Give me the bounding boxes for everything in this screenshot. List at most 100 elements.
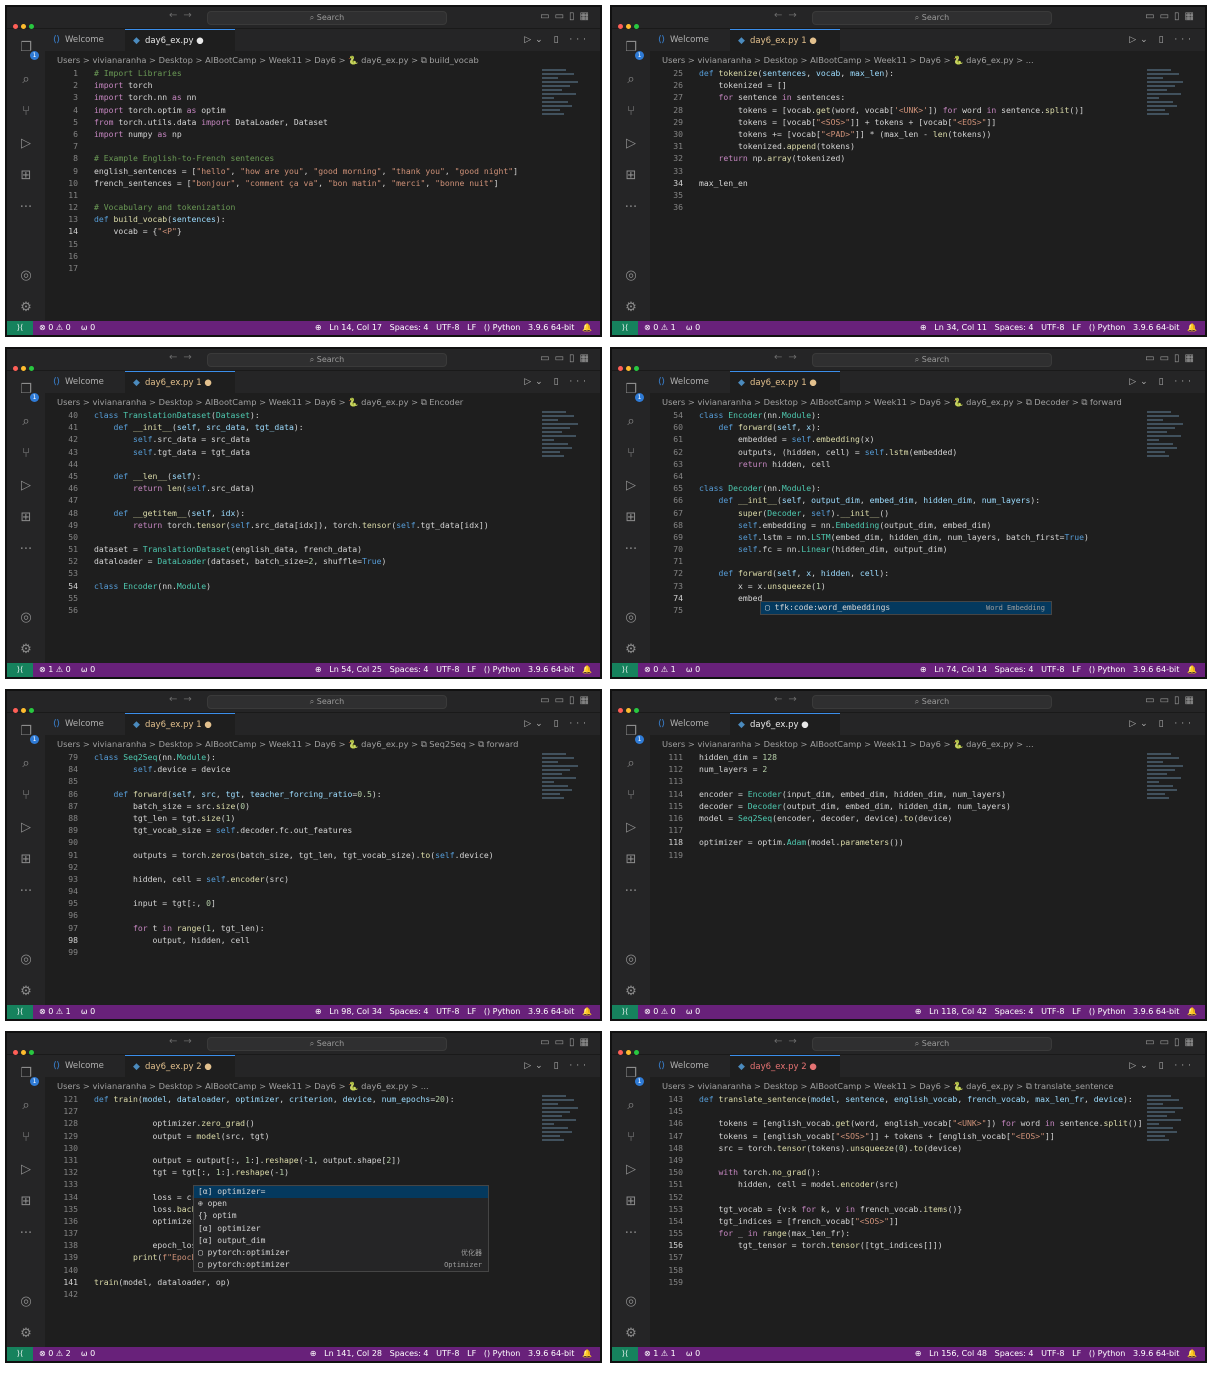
- zoom-icon[interactable]: ⊕: [315, 1007, 322, 1016]
- code-line[interactable]: 15: [45, 238, 540, 250]
- line-ending[interactable]: LF: [467, 323, 476, 332]
- notifications-bell-icon[interactable]: 🔔: [1187, 1007, 1197, 1016]
- code-line[interactable]: 42 self.src_data = src_data: [45, 433, 540, 445]
- language-mode[interactable]: () Python: [484, 665, 521, 674]
- code-editor[interactable]: 111 hidden_dim = 128 112 num_layers = 2 113 1…: [650, 751, 1145, 1003]
- code-line[interactable]: 146 tokens = [english_vocab.get(word, en…: [650, 1117, 1145, 1129]
- run-debug-icon[interactable]: ▷: [17, 135, 35, 153]
- code-line[interactable]: 54 class Encoder(nn.Module):: [650, 409, 1145, 421]
- settings-gear-icon[interactable]: ⚙: [17, 983, 35, 1001]
- indentation[interactable]: Spaces: 4: [995, 665, 1034, 674]
- code-line[interactable]: 16: [45, 250, 540, 262]
- tab-welcome[interactable]: ⟨⟩ Welcome: [650, 29, 730, 51]
- nav-arrows-icon[interactable]: ←→: [169, 1036, 198, 1047]
- editor-actions[interactable]: ▷⌄ ▯ ···: [524, 713, 590, 735]
- indentation[interactable]: Spaces: 4: [995, 1349, 1034, 1358]
- explorer-icon[interactable]: ❐ 1: [622, 1065, 644, 1086]
- more-icon[interactable]: ···: [622, 883, 640, 901]
- code-line[interactable]: 8 # Example English-to-French sentences: [45, 152, 540, 164]
- command-search-input[interactable]: ⌕ Search: [812, 1037, 1052, 1051]
- more-icon[interactable]: ···: [17, 883, 35, 901]
- code-line[interactable]: 153 tgt_vocab = {v:k for k, v in french_…: [650, 1203, 1145, 1215]
- language-mode[interactable]: () Python: [1089, 1349, 1126, 1358]
- code-editor[interactable]: 79 class Seq2Seq(nn.Module): 84 self.devic…: [45, 751, 540, 1003]
- indentation[interactable]: Spaces: 4: [390, 665, 429, 674]
- suggestion-item[interactable]: ▢ tfk:code:word_embeddings Word Embedding: [761, 602, 1051, 615]
- code-line[interactable]: 11: [45, 189, 540, 201]
- breadcrumb[interactable]: Users > vivianaranha > Desktop > AIBootC…: [57, 1079, 590, 1093]
- code-line[interactable]: 152: [650, 1191, 1145, 1203]
- extensions-icon[interactable]: ⊞: [17, 167, 35, 185]
- breadcrumb[interactable]: Users > vivianaranha > Desktop > AIBootC…: [662, 737, 1195, 751]
- minimap[interactable]: [542, 753, 582, 833]
- settings-gear-icon[interactable]: ⚙: [17, 299, 35, 317]
- cursor-position[interactable]: Ln 98, Col 34: [329, 1007, 382, 1016]
- tab-file[interactable]: ◆ day6_ex.py 1 ●: [730, 29, 840, 51]
- command-search-input[interactable]: ⌕ Search: [207, 1037, 447, 1051]
- language-mode[interactable]: () Python: [484, 323, 521, 332]
- command-search-input[interactable]: ⌕ Search: [207, 353, 447, 367]
- code-line[interactable]: 70 self.fc = nn.Linear(hidden_dim, outpu…: [650, 543, 1145, 555]
- tab-welcome[interactable]: ⟨⟩ Welcome: [45, 1055, 125, 1077]
- account-icon[interactable]: ◎: [17, 609, 35, 627]
- code-line[interactable]: 64: [650, 470, 1145, 482]
- code-line[interactable]: 35: [650, 189, 1145, 201]
- code-line[interactable]: 127: [45, 1105, 540, 1117]
- editor-actions[interactable]: ▷⌄ ▯ ···: [524, 1055, 590, 1077]
- code-line[interactable]: 159: [650, 1276, 1145, 1288]
- settings-gear-icon[interactable]: ⚙: [17, 1325, 35, 1343]
- code-line[interactable]: 30 tokens += [vocab["<PAD>"]] * (max_len…: [650, 128, 1145, 140]
- code-line[interactable]: 85: [45, 775, 540, 787]
- nav-arrows-icon[interactable]: ←→: [774, 10, 803, 21]
- nav-arrows-icon[interactable]: ←→: [169, 352, 198, 363]
- code-line[interactable]: 121 def train(model, dataloader, optimize…: [45, 1093, 540, 1105]
- code-line[interactable]: 87 batch_size = src.size(0): [45, 800, 540, 812]
- minimap[interactable]: [542, 69, 582, 149]
- code-line[interactable]: 129 output = model(src, tgt): [45, 1130, 540, 1142]
- code-line[interactable]: 14 vocab = {"<P"}: [45, 225, 540, 237]
- account-icon[interactable]: ◎: [17, 951, 35, 969]
- suggestion-widget[interactable]: [α] optimizer= ⊕ open{} optim [α] optimize…: [193, 1185, 489, 1273]
- extensions-icon[interactable]: ⊞: [622, 851, 640, 869]
- code-editor[interactable]: 54 class Encoder(nn.Module): 60 def forwar…: [650, 409, 1145, 661]
- breadcrumb[interactable]: Users > vivianaranha > Desktop > AIBootC…: [57, 737, 590, 751]
- code-line[interactable]: 88 tgt_len = tgt.size(1): [45, 812, 540, 824]
- notifications-bell-icon[interactable]: 🔔: [1187, 1349, 1197, 1358]
- tab-file[interactable]: ◆ day6_ex.py 1 ●: [125, 371, 235, 393]
- run-debug-icon[interactable]: ▷: [622, 477, 640, 495]
- cursor-position[interactable]: Ln 54, Col 25: [329, 665, 382, 674]
- run-debug-icon[interactable]: ▷: [622, 1161, 640, 1179]
- code-line[interactable]: 119: [650, 849, 1145, 861]
- code-line[interactable]: 131 output = output[:, 1:].reshape(-1, o…: [45, 1154, 540, 1166]
- code-line[interactable]: 130: [45, 1142, 540, 1154]
- code-line[interactable]: 99: [45, 946, 540, 958]
- extensions-icon[interactable]: ⊞: [17, 851, 35, 869]
- command-search-input[interactable]: ⌕ Search: [207, 695, 447, 709]
- indentation[interactable]: Spaces: 4: [390, 1349, 429, 1358]
- encoding[interactable]: UTF-8: [436, 323, 459, 332]
- code-line[interactable]: 49 return torch.tensor(self.src_data[idx…: [45, 519, 540, 531]
- zoom-icon[interactable]: ⊕: [315, 323, 322, 332]
- suggestion-item[interactable]: ▢ pytorch:optimizer 优化器: [194, 1247, 488, 1259]
- layout-icons[interactable]: ▭▭▯▦: [1145, 11, 1199, 22]
- tab-welcome[interactable]: ⟨⟩ Welcome: [45, 29, 125, 51]
- code-line[interactable]: 7: [45, 140, 540, 152]
- minimap[interactable]: [1147, 1095, 1187, 1175]
- code-line[interactable]: 147 tokens = [english_vocab["<SOS>"]] + …: [650, 1130, 1145, 1142]
- interpreter[interactable]: 3.9.6 64-bit: [528, 1007, 574, 1016]
- code-line[interactable]: 46 return len(self.src_data): [45, 482, 540, 494]
- remote-icon[interactable]: ⟩⟨: [612, 321, 638, 335]
- source-control-icon[interactable]: ⑂: [622, 1129, 640, 1147]
- explorer-icon[interactable]: ❐ 1: [622, 39, 644, 60]
- problems-status[interactable]: ⊗ 1 ⚠ 0 ⍵ 0: [39, 663, 95, 677]
- editor-actions[interactable]: ▷⌄ ▯ ···: [524, 29, 590, 51]
- code-line[interactable]: 73 x = x.unsqueeze(1): [650, 580, 1145, 592]
- search-icon[interactable]: ⌕: [17, 71, 35, 89]
- code-line[interactable]: 54 class Encoder(nn.Module): [45, 580, 540, 592]
- indentation[interactable]: Spaces: 4: [995, 1007, 1034, 1016]
- code-line[interactable]: 97 for t in range(1, tgt_len):: [45, 922, 540, 934]
- source-control-icon[interactable]: ⑂: [17, 787, 35, 805]
- explorer-icon[interactable]: ❐ 1: [17, 723, 39, 744]
- vertical-scrollbar[interactable]: [584, 409, 592, 659]
- run-debug-icon[interactable]: ▷: [622, 135, 640, 153]
